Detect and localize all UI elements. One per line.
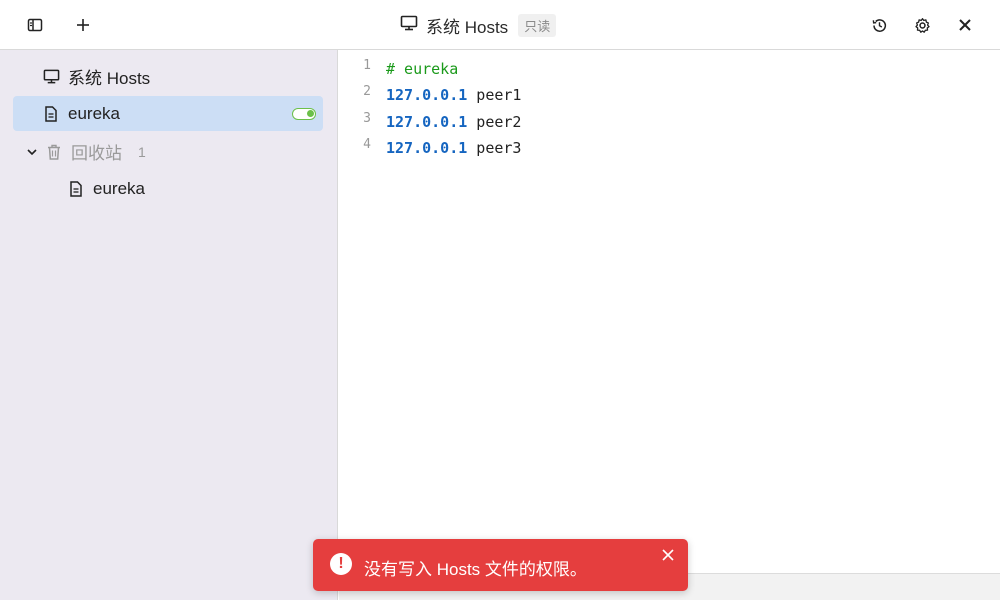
close-icon [958,18,972,32]
line-number: 4 [363,137,371,152]
exclamation-circle-icon: ! [330,553,352,575]
editor-line: 1 # eureka [339,56,1000,82]
code-ip: 127.0.0.1 [386,139,468,157]
toggle-knob [307,110,314,117]
editor-line: 2 127.0.0.1 peer1 [339,82,1000,108]
enable-toggle[interactable] [292,108,316,120]
monitor-icon [400,14,418,37]
line-number: 1 [363,58,371,73]
toast-close-button[interactable] [658,547,678,567]
top-bar: 系统 Hosts 只读 [0,0,1000,50]
chevron-down-icon[interactable] [23,143,41,161]
history-icon [871,17,888,34]
history-button[interactable] [864,10,894,40]
add-button[interactable] [68,10,98,40]
sidebar-item-eureka[interactable]: eureka [13,96,323,131]
editor-line: 3 127.0.0.1 peer2 [339,109,1000,135]
line-number: 2 [363,84,371,99]
error-toast: ! 没有写入 Hosts 文件的权限。 [313,539,688,591]
hosts-editor[interactable]: 1 # eureka 2 127.0.0.1 peer1 3 127.0.0.1… [339,50,1000,573]
plus-icon [76,18,90,32]
editor-line: 4 127.0.0.1 peer3 [339,135,1000,161]
readonly-badge: 只读 [518,13,557,37]
page-title: 系统 Hosts [426,17,509,37]
sidebar-item-system-hosts[interactable]: 系统 Hosts [13,59,323,94]
code-hostname: peer2 [467,113,522,131]
code-content: 127.0.0.1 peer3 [386,139,521,157]
close-window-button[interactable] [950,10,980,40]
sidebar-item-label: eureka [93,178,145,198]
code-hostname: peer1 [467,86,522,104]
code-ip: 127.0.0.1 [386,86,468,104]
monitor-icon [42,68,60,86]
code-content: 127.0.0.1 peer1 [386,86,521,104]
sidebar-panel-icon [27,17,43,33]
sidebar-item-label: eureka [68,103,120,123]
code-ip: 127.0.0.1 [386,113,468,131]
sidebar-item-label: 系统 Hosts [68,69,151,88]
trash-count-badge: 1 [138,143,146,160]
toast-message: 没有写入 Hosts 文件的权限。 [364,560,587,579]
line-number: 3 [363,111,371,126]
trash-icon [45,143,63,161]
sidebar: 系统 Hosts eureka 回收站 1 eureka [0,50,338,600]
settings-button[interactable] [907,10,937,40]
close-icon [662,548,674,566]
code-hostname: peer3 [467,139,522,157]
code-comment: # eureka [386,60,459,78]
sidebar-toggle-button[interactable] [20,10,50,40]
window-title: 系统 Hosts 只读 [400,0,557,50]
sidebar-item-trash-eureka[interactable]: eureka [13,171,323,206]
document-icon [42,105,60,123]
gear-icon [914,17,931,34]
code-content: 127.0.0.1 peer2 [386,113,521,131]
sidebar-item-trash[interactable]: 回收站 1 [13,134,323,169]
sidebar-item-label: 回收站 [71,144,122,163]
document-icon [67,180,85,198]
